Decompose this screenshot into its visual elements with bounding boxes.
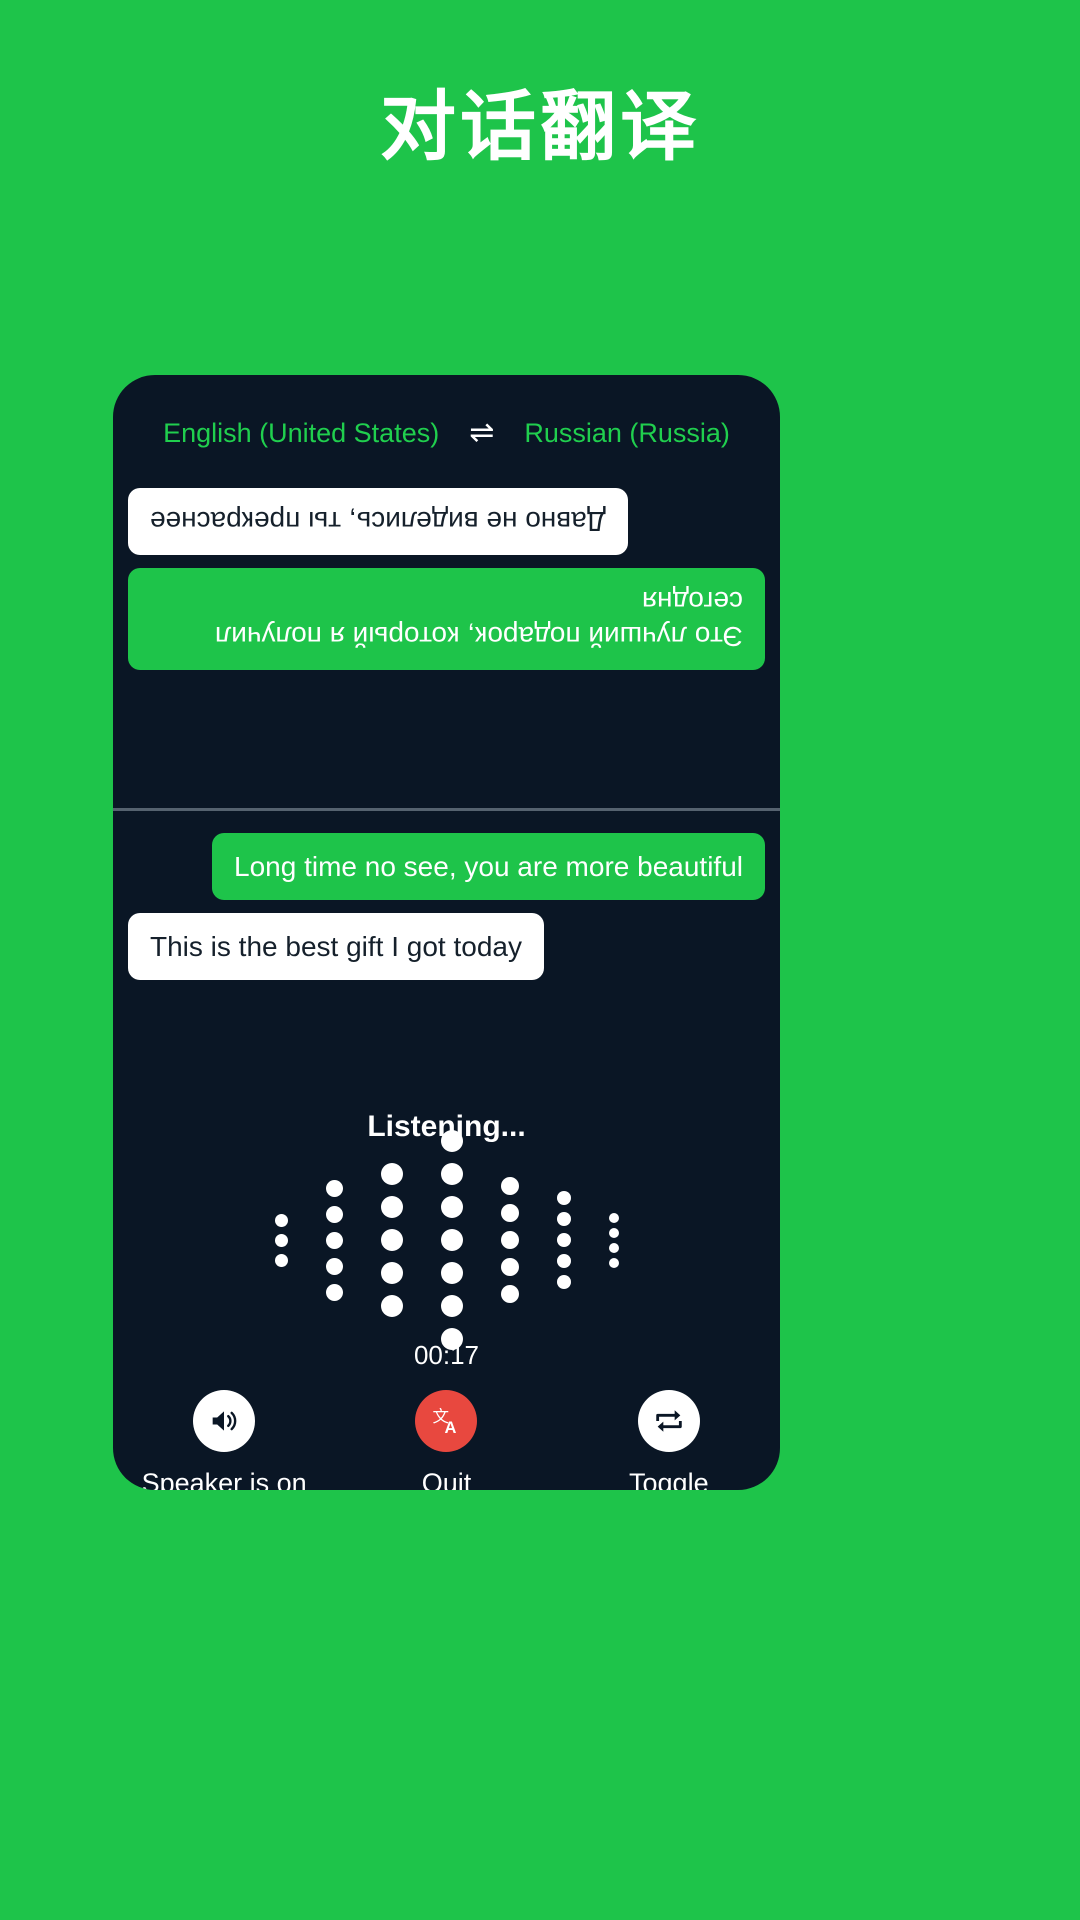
waveform-dot <box>325 1205 343 1223</box>
waveform-dot <box>556 1233 571 1247</box>
message-row: This is the best gift I got today <box>128 913 765 993</box>
toggle-button[interactable]: Toggle <box>569 1390 769 1490</box>
waveform-column <box>380 1163 403 1317</box>
language-bar: English (United States) ⇌ Russian (Russi… <box>113 413 780 453</box>
waveform-dot <box>440 1229 463 1251</box>
waveform-dot <box>325 1257 343 1275</box>
waveform-dot <box>325 1283 343 1301</box>
translated-conversation-pane: Это лучший подарок, который я получил се… <box>113 475 780 805</box>
translate-icon: 文 A <box>433 1407 457 1437</box>
waveform-dot <box>440 1295 463 1317</box>
waveform-column <box>556 1191 571 1289</box>
waveform-dot <box>274 1233 288 1247</box>
translation-app-card: English (United States) ⇌ Russian (Russi… <box>113 375 780 1490</box>
waveform-dot <box>556 1254 571 1268</box>
waveform-column <box>274 1213 288 1267</box>
waveform-dot <box>274 1253 288 1267</box>
waveform-dot <box>500 1177 519 1195</box>
message-bubble[interactable]: This is the best gift I got today <box>128 913 544 980</box>
swap-horizontal-icon[interactable]: ⇌ <box>469 418 494 448</box>
waveform-dot <box>556 1275 571 1289</box>
quit-button-label: Quit <box>421 1468 472 1490</box>
pane-divider <box>113 808 780 811</box>
message-row: Давно не виделись, ты прекраснее <box>128 475 765 555</box>
waveform-dot <box>608 1212 619 1223</box>
speaker-button-circle[interactable] <box>193 1390 256 1452</box>
waveform-column <box>325 1179 343 1301</box>
waveform-dot <box>380 1262 403 1284</box>
waveform-dot <box>500 1204 519 1222</box>
waveform-dot <box>608 1227 619 1238</box>
waveform-dot <box>440 1196 463 1218</box>
page-title: 对话翻译 <box>380 85 700 170</box>
speaker-on-icon <box>212 1411 237 1431</box>
control-bar: Speaker is on 文 A Quit Toggle <box>113 1390 780 1490</box>
waveform-dot <box>500 1231 519 1249</box>
svg-text:A: A <box>445 1419 457 1437</box>
recording-timer: 00:17 <box>413 1340 480 1370</box>
audio-waveform <box>113 1130 780 1350</box>
quit-button-circle[interactable]: 文 A <box>415 1390 478 1452</box>
waveform-dot <box>500 1258 519 1276</box>
waveform-dot <box>556 1212 571 1226</box>
waveform-column <box>608 1212 619 1268</box>
toggle-button-label: Toggle <box>629 1468 709 1490</box>
waveform-dot <box>380 1295 403 1317</box>
waveform-dot <box>556 1191 571 1205</box>
waveform-dot <box>500 1285 519 1303</box>
waveform-dot <box>380 1163 403 1185</box>
waveform-dot <box>380 1196 403 1218</box>
toggle-button-circle[interactable] <box>637 1390 700 1452</box>
quit-button[interactable]: 文 A Quit <box>346 1390 546 1490</box>
waveform-column <box>440 1130 463 1350</box>
source-conversation-pane: Long time no see, you are more beautiful… <box>113 818 780 1098</box>
source-language-selector[interactable]: English (United States) <box>163 418 439 449</box>
waveform-dot <box>325 1179 343 1197</box>
message-bubble[interactable]: Это лучший подарок, который я получил се… <box>128 568 765 670</box>
message-bubble[interactable]: Давно не виделись, ты прекраснее <box>128 488 628 555</box>
waveform-dot <box>380 1229 403 1251</box>
waveform-dot <box>325 1231 343 1249</box>
waveform-dot <box>608 1257 619 1268</box>
message-bubble[interactable]: Long time no see, you are more beautiful <box>212 833 765 900</box>
target-language-selector[interactable]: Russian (Russia) <box>524 418 730 449</box>
waveform-column <box>500 1177 519 1303</box>
speaker-button-label: Speaker is on <box>141 1468 307 1490</box>
waveform-dot <box>608 1242 619 1253</box>
swap-repeat-icon <box>656 1410 682 1432</box>
speaker-toggle-button[interactable]: Speaker is on <box>124 1390 324 1490</box>
waveform-dot <box>440 1262 463 1284</box>
message-row: Long time no see, you are more beautiful <box>128 833 765 913</box>
waveform-dot <box>274 1213 288 1227</box>
message-row: Это лучший подарок, который я получил се… <box>128 555 765 670</box>
waveform-dot <box>440 1163 463 1185</box>
waveform-dot <box>440 1130 463 1152</box>
